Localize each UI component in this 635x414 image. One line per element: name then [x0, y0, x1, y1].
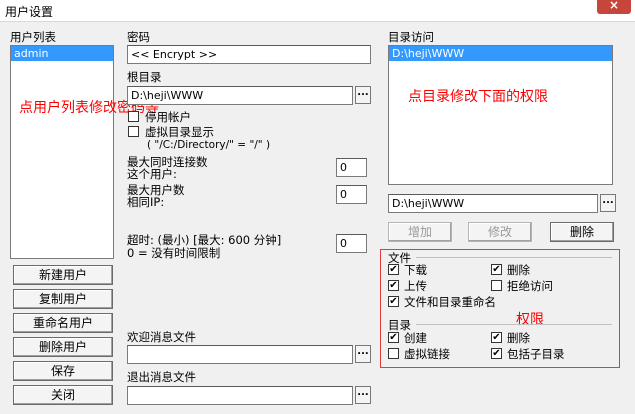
delete-user-button[interactable]: 删除用户 — [13, 337, 113, 357]
delete-file-checkbox[interactable]: ✔ — [491, 264, 502, 275]
welcome-file-input[interactable] — [127, 345, 353, 364]
logout-file-label: 退出消息文件 — [127, 370, 196, 384]
delete-dir-button[interactable]: 删除 — [550, 222, 614, 242]
save-button[interactable]: 保存 — [13, 361, 113, 381]
timeout-input[interactable]: 0 — [336, 234, 367, 253]
download-label: 下载 — [404, 263, 427, 277]
virtual-link-label: 虚拟链接 — [404, 347, 450, 361]
virtual-dir-checkbox[interactable] — [128, 126, 139, 137]
max-ip-label: 最大用户数 相同IP: — [127, 183, 185, 209]
rename-checkbox[interactable]: ✔ — [388, 296, 399, 307]
dir-access-hint: 点目录修改下面的权限 — [408, 89, 548, 105]
users-list[interactable]: admin — [10, 45, 114, 259]
root-dir-label: 根目录 — [127, 70, 162, 84]
welcome-file-label: 欢迎消息文件 — [127, 330, 196, 344]
max-conn-input[interactable]: 0 — [336, 158, 367, 177]
delete-dir-label: 删除 — [507, 331, 530, 345]
dir-path-browse-button[interactable]: ... — [600, 194, 616, 212]
window-title: 用户设置 — [5, 5, 54, 19]
virtual-dir-label: 虚拟目录显示 — [145, 125, 214, 139]
create-dir-checkbox[interactable]: ✔ — [388, 332, 399, 343]
create-dir-label: 创建 — [404, 331, 427, 345]
virtual-dir-hint: ( "/C:/Directory/" = "/" ) — [147, 139, 271, 151]
logout-file-browse-button[interactable]: ... — [355, 386, 371, 404]
users-label: 用户列表 — [10, 30, 56, 44]
include-subdirs-label: 包括子目录 — [507, 347, 565, 361]
disable-account-checkbox[interactable] — [128, 111, 139, 122]
close-button[interactable]: 关闭 — [13, 385, 113, 405]
root-dir-browse-button[interactable]: ... — [355, 86, 371, 104]
title-bar — [0, 0, 635, 22]
include-subdirs-checkbox[interactable]: ✔ — [491, 348, 502, 359]
files-group-divider — [416, 257, 612, 258]
timeout-label: 超时: (最小) [最大: 600 分钟] 0 = 没有时间限制 — [127, 233, 282, 260]
logout-file-input[interactable] — [127, 386, 353, 405]
virtual-link-checkbox[interactable] — [388, 348, 399, 359]
copy-user-button[interactable]: 复制用户 — [13, 289, 113, 309]
deny-access-checkbox[interactable] — [491, 280, 502, 291]
password-input[interactable]: << Encrypt >> — [127, 45, 371, 64]
rename-user-button[interactable]: 重命名用户 — [13, 313, 113, 333]
download-checkbox[interactable]: ✔ — [388, 264, 399, 275]
close-icon[interactable]: × — [597, 0, 631, 14]
upload-checkbox[interactable]: ✔ — [388, 280, 399, 291]
dir-access-list[interactable]: D:\heji\WWW — [388, 45, 613, 185]
delete-dir-checkbox[interactable]: ✔ — [491, 332, 502, 343]
upload-label: 上传 — [404, 279, 427, 293]
root-dir-input[interactable]: D:\heji\WWW — [127, 86, 353, 105]
disable-account-label: 停用帐户 — [145, 110, 191, 124]
dir-group-divider — [416, 324, 612, 325]
new-user-button[interactable]: 新建用户 — [13, 265, 113, 285]
welcome-file-browse-button[interactable]: ... — [355, 345, 371, 363]
dir-item[interactable]: D:\heji\WWW — [389, 46, 612, 61]
permissions-hint: 权限 — [516, 312, 544, 328]
dir-access-label: 目录访问 — [388, 30, 434, 44]
add-dir-button[interactable]: 增加 — [388, 222, 452, 242]
rename-label: 文件和目录重命名 — [404, 295, 496, 309]
password-label: 密码 — [127, 30, 150, 44]
max-ip-input[interactable]: 0 — [336, 185, 367, 204]
dir-path-input[interactable]: D:\heji\WWW — [388, 194, 598, 213]
user-item-admin[interactable]: admin — [11, 46, 113, 61]
delete-file-label: 删除 — [507, 263, 530, 277]
edit-dir-button[interactable]: 修改 — [468, 222, 532, 242]
max-conn-label: 最大同时连接数 这个用户: — [127, 155, 208, 181]
deny-access-label: 拒绝访问 — [507, 279, 553, 293]
